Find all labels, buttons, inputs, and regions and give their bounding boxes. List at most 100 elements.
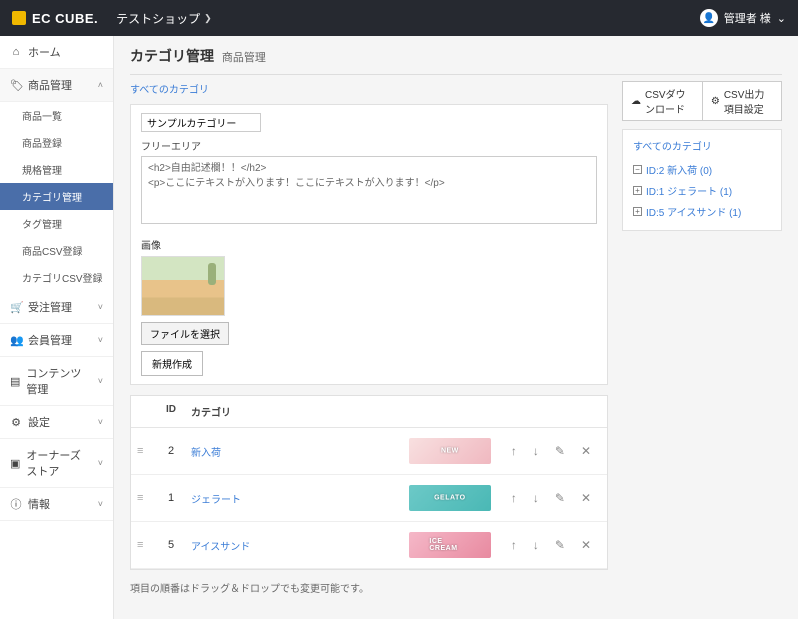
category-thumbnail: NEW bbox=[409, 438, 491, 464]
move-down-icon[interactable]: ↓ bbox=[533, 444, 539, 458]
nav-member[interactable]: 👥会員管理˅ bbox=[0, 324, 113, 357]
category-thumbnail: GELATO bbox=[409, 485, 491, 511]
nav-product-tag[interactable]: タグ管理 bbox=[0, 210, 113, 237]
store-icon: ▣ bbox=[10, 457, 20, 470]
tree-item[interactable]: + ID:5 アイスサンド (1) bbox=[633, 201, 771, 222]
csv-button-row: ☁CSVダウンロード ⚙CSV出力項目設定 bbox=[622, 81, 782, 121]
tree-item[interactable]: + ID:1 ジェラート (1) bbox=[633, 180, 771, 201]
chevron-down-icon: ˅ bbox=[98, 458, 103, 468]
row-id: 1 bbox=[161, 492, 181, 504]
image-label: 画像 bbox=[141, 237, 597, 252]
nav-category-csv[interactable]: カテゴリCSV登録 bbox=[0, 264, 113, 291]
move-up-icon[interactable]: ↑ bbox=[511, 444, 517, 458]
brand-logo[interactable]: EC CUBE. bbox=[12, 11, 98, 26]
edit-icon[interactable]: ✎ bbox=[555, 491, 565, 505]
table-row: ≡ 5 アイスサンド ICE CREAM ↑ ↓ ✎ ✕ bbox=[131, 522, 607, 569]
row-actions: ↑ ↓ ✎ ✕ bbox=[511, 491, 591, 505]
move-down-icon[interactable]: ↓ bbox=[533, 491, 539, 505]
csv-config-button[interactable]: ⚙CSV出力項目設定 bbox=[703, 81, 782, 121]
image-preview bbox=[141, 256, 225, 316]
page-title: カテゴリ管理 商品管理 bbox=[130, 46, 782, 66]
nav-content[interactable]: ▤コンテンツ管理˅ bbox=[0, 357, 113, 406]
category-link[interactable]: ジェラート bbox=[191, 495, 241, 506]
chevron-up-icon: ˄ bbox=[98, 80, 103, 90]
tree-item-label: ID:5 アイスサンド (1) bbox=[646, 204, 741, 219]
nav-owners[interactable]: ▣オーナーズストア˅ bbox=[0, 439, 113, 488]
row-actions: ↑ ↓ ✎ ✕ bbox=[511, 538, 591, 552]
info-icon: ⓘ bbox=[10, 496, 22, 512]
delete-icon[interactable]: ✕ bbox=[581, 491, 591, 505]
home-icon: ⌂ bbox=[10, 46, 22, 58]
gear-icon: ⚙ bbox=[711, 96, 720, 107]
nav-product-spec[interactable]: 規格管理 bbox=[0, 156, 113, 183]
category-form: フリーエリア <h2>自由記述欄！！</h2> <p>ここにテキストが入ります！… bbox=[130, 104, 608, 385]
file-select-button[interactable]: ファイルを選択 bbox=[141, 322, 229, 345]
delete-icon[interactable]: ✕ bbox=[581, 444, 591, 458]
edit-icon[interactable]: ✎ bbox=[555, 444, 565, 458]
tree-toggle-icon[interactable]: + bbox=[633, 207, 642, 216]
drag-handle-icon[interactable]: ≡ bbox=[137, 539, 151, 551]
category-link[interactable]: アイスサンド bbox=[191, 542, 250, 553]
cart-icon: 🛒 bbox=[10, 301, 22, 314]
row-id: 2 bbox=[161, 445, 181, 457]
category-name-input[interactable] bbox=[141, 113, 261, 132]
move-up-icon[interactable]: ↑ bbox=[511, 491, 517, 505]
nav-product-csv[interactable]: 商品CSV登録 bbox=[0, 237, 113, 264]
nav-info[interactable]: ⓘ情報˅ bbox=[0, 488, 113, 521]
user-menu[interactable]: 👤 管理者 様 ⌄ bbox=[700, 9, 786, 27]
shop-link[interactable]: テストショップ ❯ bbox=[116, 10, 212, 27]
drag-handle-icon[interactable]: ≡ bbox=[137, 492, 151, 504]
nav-order[interactable]: 🛒受注管理˅ bbox=[0, 291, 113, 324]
breadcrumb[interactable]: すべてのカテゴリ bbox=[130, 81, 608, 96]
tree-item[interactable]: −ID:2 新入荷 (0) bbox=[633, 159, 771, 180]
delete-icon[interactable]: ✕ bbox=[581, 538, 591, 552]
top-bar: EC CUBE. テストショップ ❯ 👤 管理者 様 ⌄ bbox=[0, 0, 798, 36]
table-row: ≡ 2 新入荷 NEW ↑ ↓ ✎ ✕ bbox=[131, 428, 607, 475]
chevron-down-icon: ˅ bbox=[98, 376, 103, 386]
footnote: 項目の順番はドラッグ＆ドロップでも変更可能です。 bbox=[130, 580, 608, 595]
main-content: カテゴリ管理 商品管理 すべてのカテゴリ フリーエリア <h2>自由記述欄！！<… bbox=[114, 36, 798, 619]
drag-handle-icon[interactable]: ≡ bbox=[137, 445, 151, 457]
cube-icon bbox=[12, 11, 26, 25]
move-down-icon[interactable]: ↓ bbox=[533, 538, 539, 552]
users-icon: 👥 bbox=[10, 334, 22, 347]
sidebar: ⌂ホーム 🏷商品管理˄ 商品一覧 商品登録 規格管理 カテゴリ管理 タグ管理 商… bbox=[0, 36, 114, 619]
col-id: ID bbox=[161, 404, 181, 419]
user-name: 管理者 様 bbox=[724, 10, 771, 26]
row-id: 5 bbox=[161, 539, 181, 551]
tree-title[interactable]: すべてのカテゴリ bbox=[633, 138, 771, 153]
category-tree: すべてのカテゴリ −ID:2 新入荷 (0) + ID:1 ジェラート (1) + ID… bbox=[622, 129, 782, 231]
external-link-icon: ❯ bbox=[204, 13, 212, 24]
free-area-textarea[interactable]: <h2>自由記述欄！！</h2> <p>ここにテキストが入ります！ここにテキスト… bbox=[141, 156, 597, 224]
nav-product-register[interactable]: 商品登録 bbox=[0, 129, 113, 156]
user-avatar-icon: 👤 bbox=[700, 9, 718, 27]
nav-product-list[interactable]: 商品一覧 bbox=[0, 102, 113, 129]
category-thumbnail: ICE CREAM bbox=[409, 532, 491, 558]
chevron-down-icon: ˅ bbox=[98, 335, 103, 345]
chevron-down-icon: ˅ bbox=[98, 302, 103, 312]
tree-toggle-icon[interactable]: + bbox=[633, 186, 642, 195]
create-button[interactable]: 新規作成 bbox=[141, 351, 203, 376]
move-up-icon[interactable]: ↑ bbox=[511, 538, 517, 552]
shop-name-text: テストショップ bbox=[116, 10, 200, 27]
file-icon: ▤ bbox=[10, 375, 20, 388]
nav-home[interactable]: ⌂ホーム bbox=[0, 36, 113, 69]
chevron-down-icon: ˅ bbox=[98, 499, 103, 509]
nav-product[interactable]: 🏷商品管理˄ bbox=[0, 69, 113, 102]
tree-item-label: ID:1 ジェラート (1) bbox=[646, 183, 732, 198]
free-area-label: フリーエリア bbox=[141, 138, 597, 153]
category-table: ID カテゴリ ≡ 2 新入荷 NEW ↑ ↓ ✎ ✕ ≡ 1 ジェラート GELATO ↑ ↓ ✎ ✕ ≡ 5ア… bbox=[130, 395, 608, 570]
table-header: ID カテゴリ bbox=[131, 396, 607, 428]
col-category: カテゴリ bbox=[191, 404, 601, 419]
csv-download-button[interactable]: ☁CSVダウンロード bbox=[622, 81, 703, 121]
edit-icon[interactable]: ✎ bbox=[555, 538, 565, 552]
nav-product-category[interactable]: カテゴリ管理 bbox=[0, 183, 113, 210]
brand-text: EC CUBE. bbox=[32, 11, 98, 26]
tag-icon: 🏷 bbox=[10, 79, 22, 92]
table-row: ≡ 1 ジェラート GELATO ↑ ↓ ✎ ✕ bbox=[131, 475, 607, 522]
category-link[interactable]: 新入荷 bbox=[191, 448, 221, 459]
nav-setting[interactable]: ⚙設定˅ bbox=[0, 406, 113, 439]
tree-toggle-icon[interactable]: − bbox=[633, 165, 642, 174]
tree-item-label: ID:2 新入荷 (0) bbox=[646, 162, 712, 177]
row-actions: ↑ ↓ ✎ ✕ bbox=[511, 444, 591, 458]
